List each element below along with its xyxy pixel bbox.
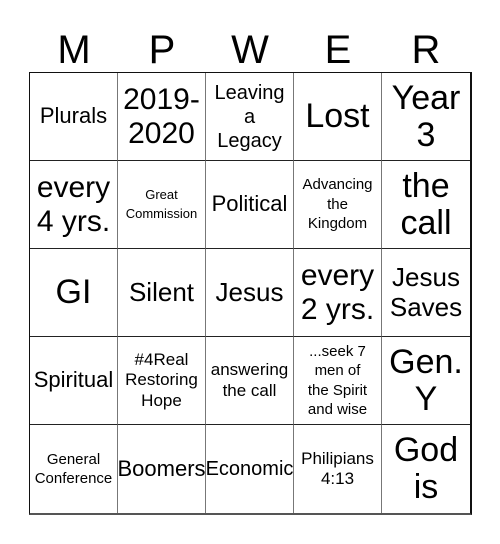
- bingo-cell[interactable]: Plurals: [30, 73, 118, 161]
- bingo-cell[interactable]: Philipians 4:13: [294, 425, 382, 513]
- bingo-cell[interactable]: ...seek 7 men of the Spirit and wise: [294, 337, 382, 425]
- bingo-cell[interactable]: Political: [206, 161, 294, 249]
- bingo-cell[interactable]: GI: [30, 249, 118, 337]
- bingo-cell[interactable]: Boomers: [118, 425, 206, 513]
- bingo-cell[interactable]: every 2 yrs.: [294, 249, 382, 337]
- bingo-cell[interactable]: #4Real Restoring Hope: [118, 337, 206, 425]
- bingo-cell[interactable]: Advancing the Kingdom: [294, 161, 382, 249]
- bingo-cell[interactable]: Leaving a Legacy: [206, 73, 294, 161]
- bingo-cell[interactable]: Jesus: [206, 249, 294, 337]
- bingo-cell[interactable]: General Conference: [30, 425, 118, 513]
- bingo-cell[interactable]: Economic: [206, 425, 294, 513]
- header-letter-w: W: [231, 28, 269, 72]
- bingo-cell[interactable]: Silent: [118, 249, 206, 337]
- bingo-cell[interactable]: God is: [382, 425, 470, 513]
- bingo-cell[interactable]: Gen. Y: [382, 337, 470, 425]
- bingo-cell[interactable]: Lost: [294, 73, 382, 161]
- bingo-cell[interactable]: 2019- 2020: [118, 73, 206, 161]
- header-letter-m: M: [57, 28, 91, 72]
- bingo-board: Plurals 2019- 2020 Leaving a Legacy Lost Yea…: [29, 72, 472, 515]
- header-letter-e: E: [324, 28, 352, 72]
- bingo-cell[interactable]: every 4 yrs.: [30, 161, 118, 249]
- bingo-cell[interactable]: Great Commission: [118, 161, 206, 249]
- bingo-cell[interactable]: answering the call: [206, 337, 294, 425]
- bingo-cell[interactable]: Jesus Saves: [382, 249, 470, 337]
- bingo-cell[interactable]: Spiritual: [30, 337, 118, 425]
- bingo-cell[interactable]: Year 3: [382, 73, 470, 161]
- header-letter-p: P: [148, 28, 176, 72]
- bingo-cell[interactable]: the call: [382, 161, 470, 249]
- header-letter-r: R: [411, 28, 441, 72]
- bingo-header: M P W E R: [30, 28, 470, 73]
